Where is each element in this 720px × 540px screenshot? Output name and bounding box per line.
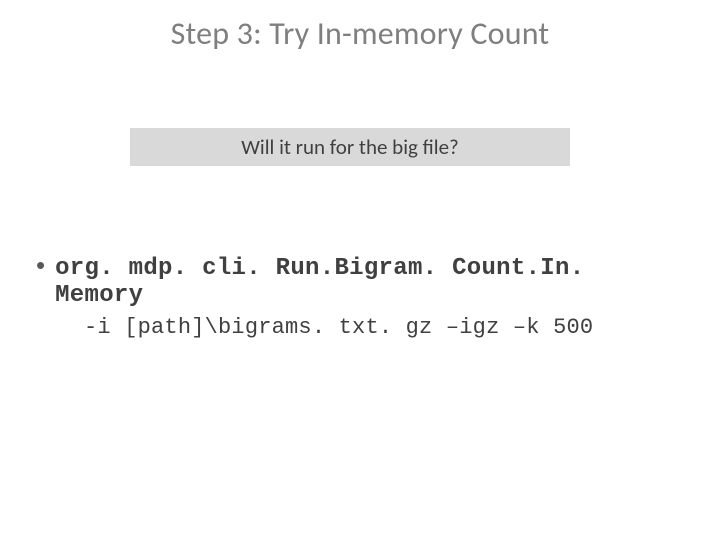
- command-text: org. mdp. cli. Run.Bigram. Count.In. Mem…: [55, 255, 684, 309]
- slide-body: • org. mdp. cli. Run.Bigram. Count.In. M…: [36, 252, 684, 340]
- slide: Step 3: Try In-memory Count Will it run …: [0, 0, 720, 540]
- bullet-dot-icon: •: [36, 252, 45, 278]
- question-box: Will it run for the big file?: [130, 128, 570, 166]
- command-args: -i [path]\bigrams. txt. gz –igz –k 500: [84, 315, 684, 340]
- question-text: Will it run for the big file?: [241, 134, 459, 160]
- bullet-item: • org. mdp. cli. Run.Bigram. Count.In. M…: [36, 252, 684, 309]
- slide-title: Step 3: Try In-memory Count: [0, 14, 720, 53]
